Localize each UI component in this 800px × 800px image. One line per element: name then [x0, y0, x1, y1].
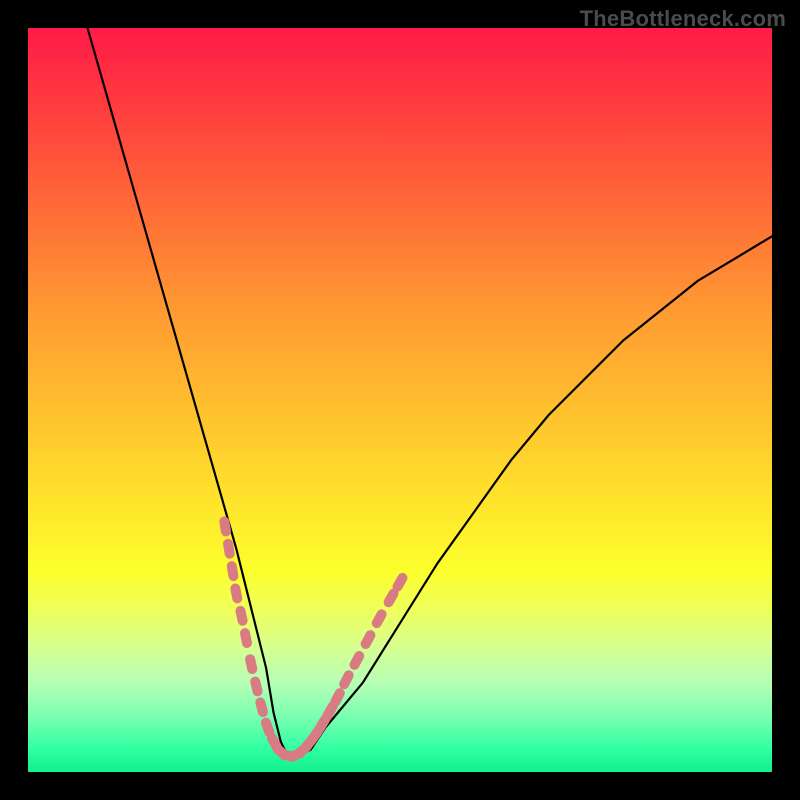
- curve-line: [88, 28, 772, 757]
- curve-markers: [219, 516, 410, 763]
- watermark-text: TheBottleneck.com: [580, 6, 786, 32]
- plot-area: [28, 28, 772, 772]
- chart-svg: [28, 28, 772, 772]
- chart-frame: TheBottleneck.com: [0, 0, 800, 800]
